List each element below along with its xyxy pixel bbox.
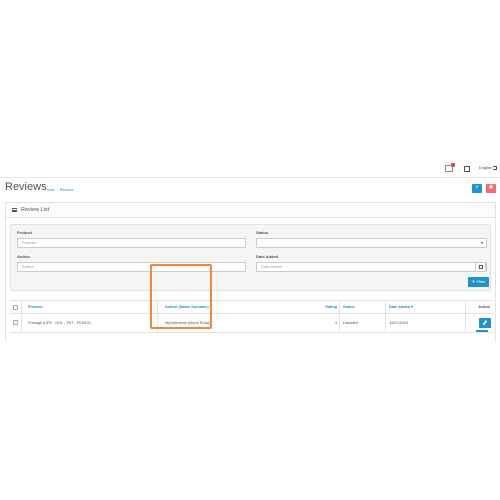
date-filter-input[interactable]: Date Added (256, 262, 487, 272)
breadcrumb-separator: › (56, 188, 58, 192)
select-all-checkbox[interactable] (13, 305, 18, 310)
review-list-panel: Review List Product Product Status Autho… (5, 202, 496, 342)
top-header: English (0, 160, 500, 178)
notification-icon[interactable] (445, 163, 455, 172)
column-action: Action (465, 301, 493, 313)
row-select-cell (10, 314, 21, 332)
add-review-button[interactable]: + (472, 184, 482, 193)
logout-icon[interactable] (493, 165, 498, 170)
page-header: Reviews Home › Reviews + ✖ (0, 178, 500, 201)
cell-rating: 4 (334, 321, 337, 325)
chevron-down-icon (481, 242, 483, 244)
cell-product: Postage (UPS - DHL - TNT - FEDEX) (21, 314, 157, 332)
select-all-cell (10, 301, 21, 313)
product-filter-label: Product (17, 230, 33, 235)
breadcrumb: Home › Reviews (45, 188, 73, 192)
plus-icon: + (475, 185, 479, 191)
author-column-highlight (150, 264, 212, 329)
column-product[interactable]: Product (21, 301, 157, 313)
delete-review-button[interactable]: ✖ (486, 184, 496, 193)
language-selector[interactable]: English (479, 165, 498, 170)
column-status[interactable]: Status (339, 301, 385, 313)
language-label: English (479, 165, 493, 170)
breadcrumb-home[interactable]: Home (45, 188, 55, 192)
cell-status: Disabled (339, 314, 385, 332)
column-date-added-label: Date Added (389, 305, 410, 309)
panel-heading: Review List (6, 203, 495, 218)
edit-button[interactable] (479, 318, 491, 328)
trash-icon: ✖ (488, 185, 494, 191)
product-filter-input[interactable]: Product (17, 238, 246, 248)
calendar-button[interactable] (475, 262, 486, 272)
notification-badge (451, 163, 455, 167)
sort-desc-icon: ▾ (409, 305, 413, 309)
column-date-added[interactable]: Date Added ▾ (385, 301, 465, 313)
table-row: Postage (UPS - DHL - TNT - FEDEX) MyNick… (10, 314, 493, 333)
table-header: Product Author (Name Surname) Rating Sta… (10, 300, 493, 314)
pencil-icon (482, 320, 487, 325)
calendar-icon (479, 265, 483, 269)
filter-well: Product Product Status Author Author Dat… (10, 224, 491, 291)
row-checkbox[interactable] (13, 320, 18, 325)
cell-date-added: 14/07/2015 (385, 314, 465, 332)
filter-button-label: Filter (476, 279, 486, 284)
author-filter-label: Author (17, 254, 31, 259)
breadcrumb-reviews[interactable]: Reviews (60, 188, 74, 192)
date-filter-label: Date Added (256, 254, 279, 259)
status-filter-label: Status (256, 230, 269, 235)
panel-title: Review List (21, 207, 50, 213)
list-icon (12, 208, 17, 212)
column-rating[interactable]: Rating (322, 301, 339, 313)
date-filter-placeholder: Date Added (261, 264, 282, 269)
status-filter-select[interactable] (256, 238, 487, 248)
filter-button[interactable]: ▼ Filter (468, 277, 489, 287)
page-title: Reviews (5, 181, 47, 193)
settings-icon[interactable] (464, 166, 470, 172)
reviews-table: Product Author (Name Surname) Rating Sta… (10, 300, 493, 333)
next-row-edit-button-edge[interactable] (476, 330, 488, 332)
